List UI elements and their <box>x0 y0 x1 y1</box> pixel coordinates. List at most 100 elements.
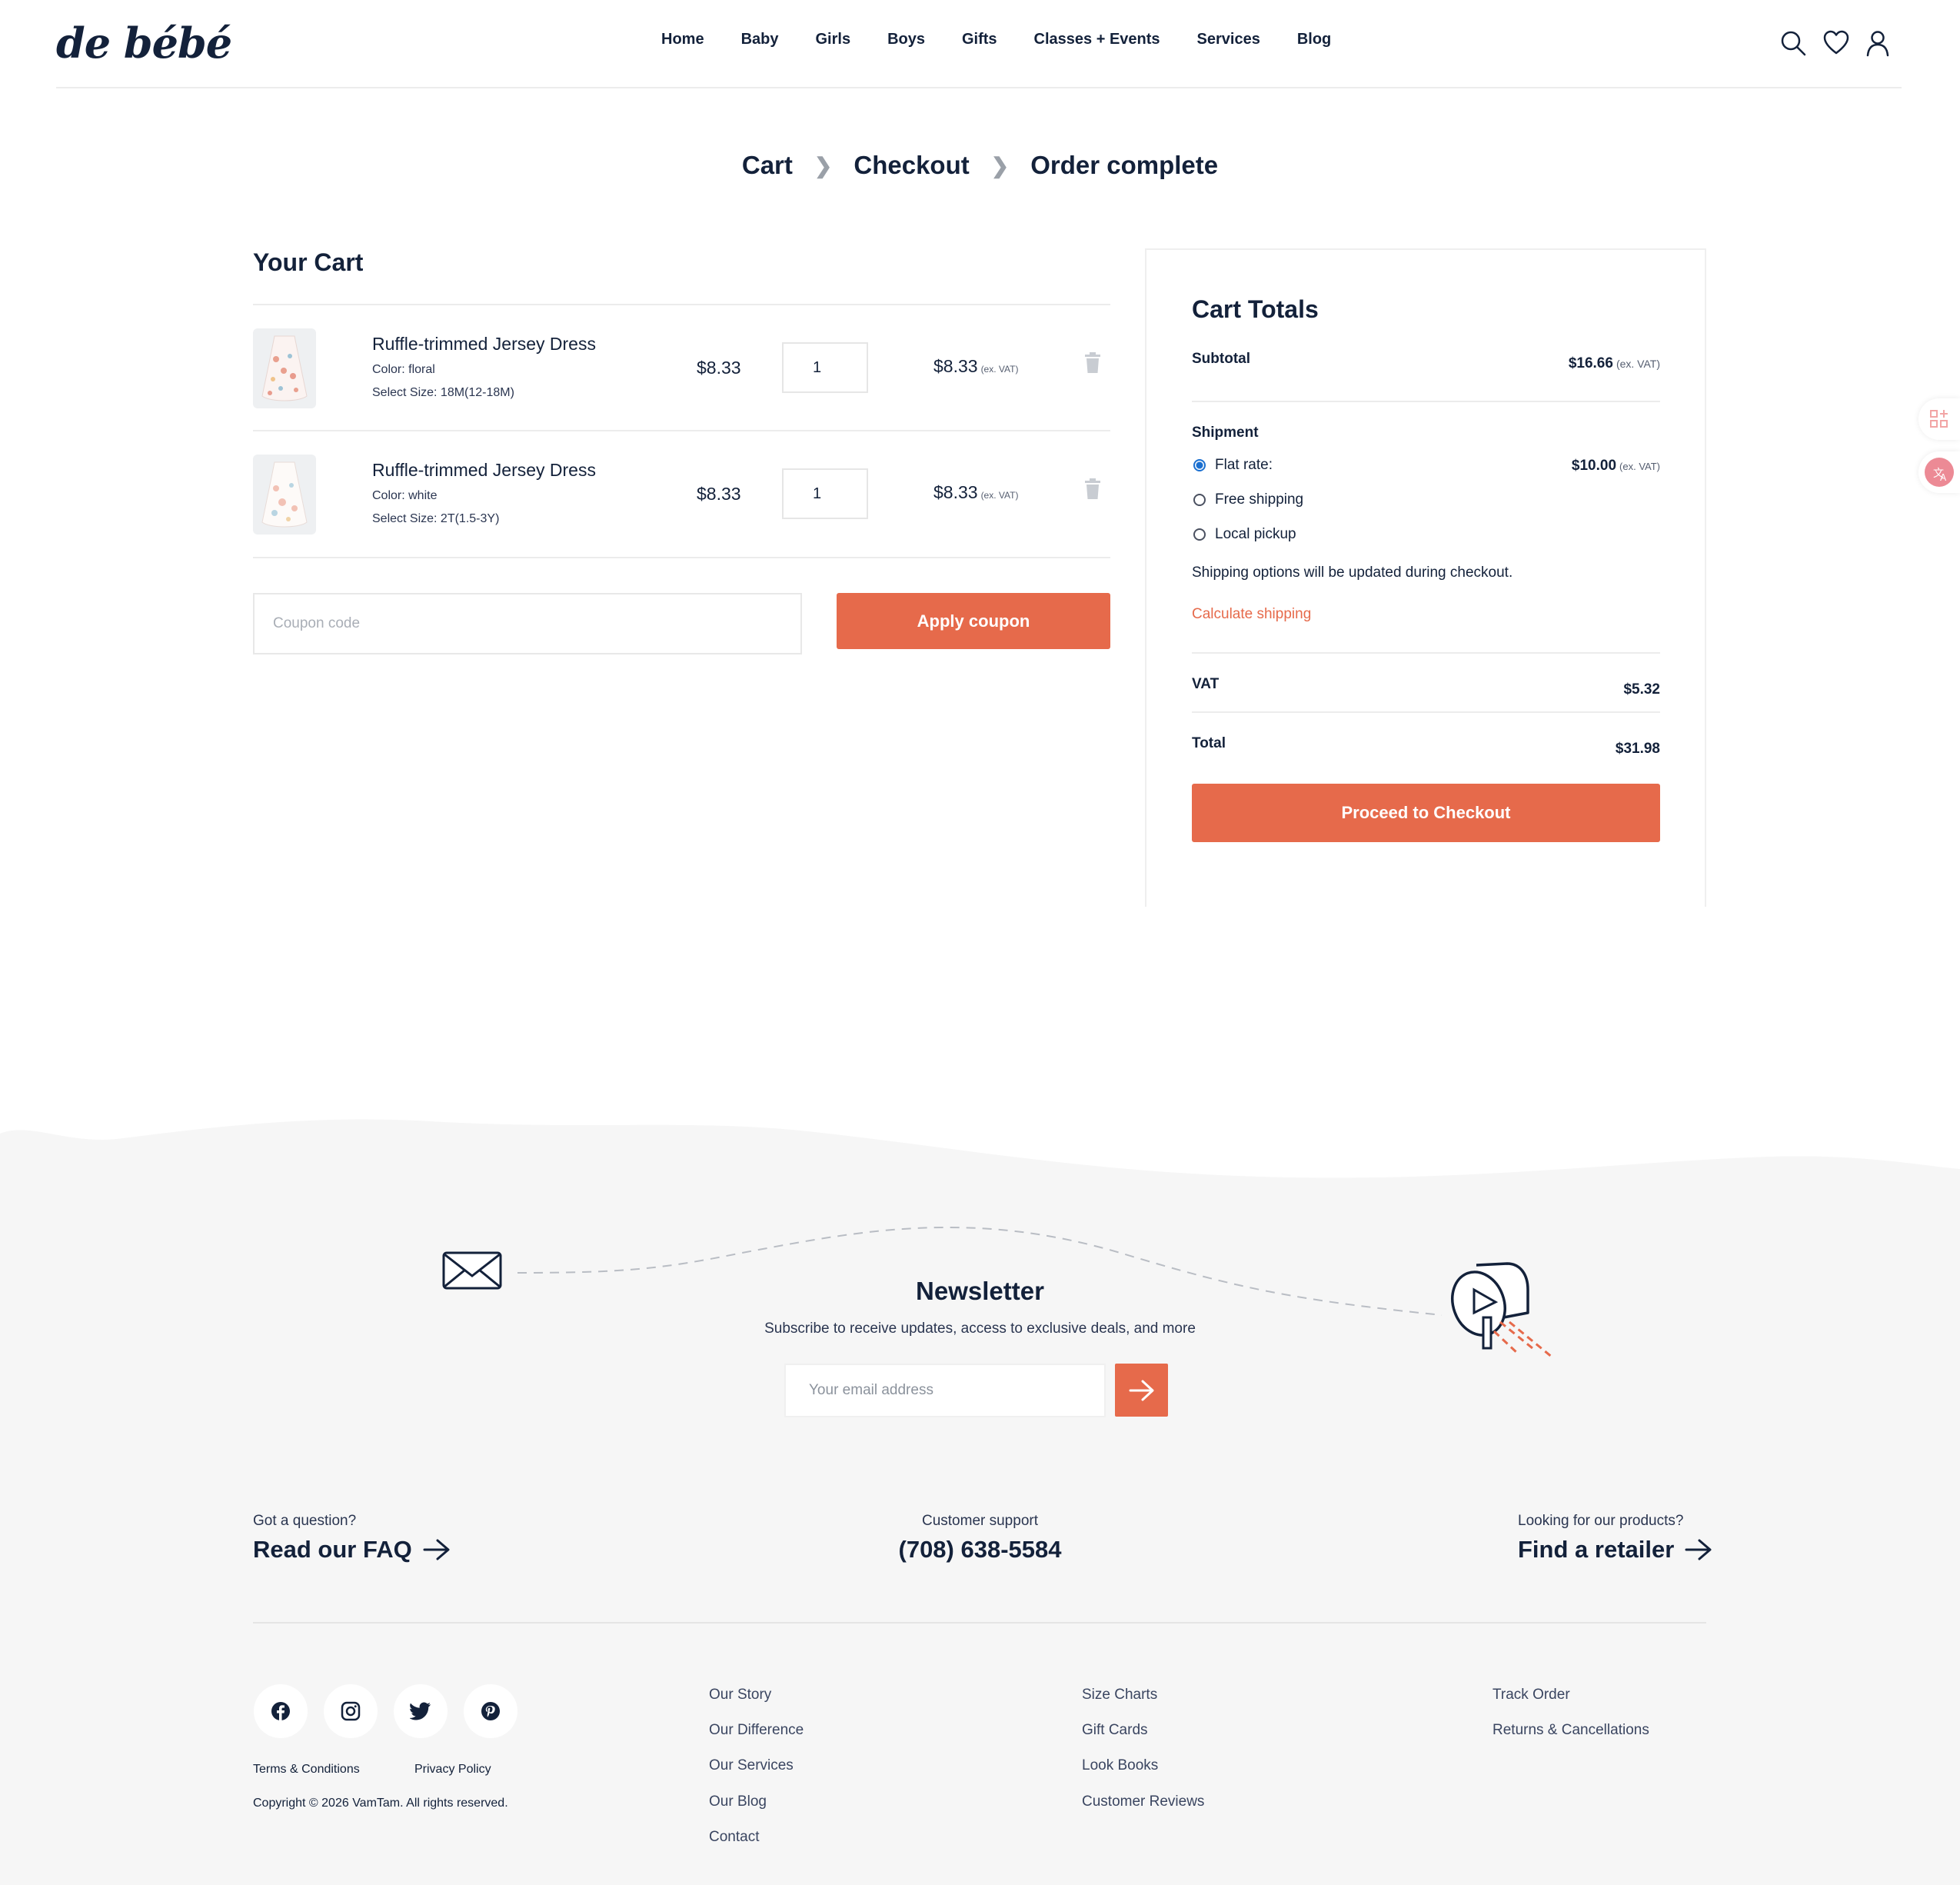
line-subtotal-value: $8.33 <box>933 356 978 376</box>
quantity-input[interactable]: 1 <box>782 468 868 519</box>
retailer-caption: Looking for our products? <box>1518 1513 1684 1529</box>
footer-link-our-difference[interactable]: Our Difference <box>709 1722 804 1739</box>
main-nav: Home Baby Girls Boys Gifts Classes + Eve… <box>661 31 1368 48</box>
footer-link-our-services[interactable]: Our Services <box>709 1757 794 1774</box>
privacy-link[interactable]: Privacy Policy <box>414 1763 491 1777</box>
footer-link-customer-reviews[interactable]: Customer Reviews <box>1082 1793 1204 1810</box>
facebook-button[interactable] <box>254 1684 308 1738</box>
header-divider <box>56 87 1902 88</box>
product-color: Color: white <box>372 489 438 502</box>
line-subtotal-value: $8.33 <box>933 482 978 502</box>
twitter-icon <box>410 1702 431 1720</box>
nav-baby[interactable]: Baby <box>741 31 779 48</box>
divider <box>1192 652 1660 654</box>
step-checkout[interactable]: Checkout <box>854 151 969 180</box>
vat-label: VAT <box>1192 676 1220 692</box>
retailer-link-label: Find a retailer <box>1518 1536 1675 1563</box>
product-size: Select Size: 18M(12-18M) <box>372 386 514 399</box>
step-cart[interactable]: Cart <box>742 151 793 180</box>
shipping-note: Shipping options will be updated during … <box>1192 565 1513 581</box>
nav-home[interactable]: Home <box>661 31 704 48</box>
translate-icon: 文 A <box>1925 458 1954 487</box>
footer-link-contact[interactable]: Contact <box>709 1829 759 1846</box>
apps-icon <box>1930 410 1948 428</box>
facebook-icon <box>271 1702 290 1720</box>
footer-divider <box>253 1622 1706 1624</box>
product-price: $8.33 <box>697 358 741 378</box>
footer-link-returns[interactable]: Returns & Cancellations <box>1492 1722 1649 1739</box>
search-icon[interactable] <box>1779 29 1807 57</box>
trash-icon[interactable] <box>1083 478 1102 500</box>
subtotal-label: Subtotal <box>1192 351 1250 367</box>
radio-local-pickup[interactable] <box>1193 528 1206 541</box>
nav-classes-events[interactable]: Classes + Events <box>1034 31 1160 48</box>
cart-title: Your Cart <box>253 248 364 276</box>
step-order-complete: Order complete <box>1030 151 1219 179</box>
divider <box>253 557 1110 558</box>
heart-icon[interactable] <box>1822 29 1850 57</box>
footer-link-size-charts[interactable]: Size Charts <box>1082 1687 1157 1703</box>
newsletter-subtitle: Subscribe to receive updates, access to … <box>764 1320 1196 1337</box>
vat-note: (ex. VAT) <box>980 490 1019 501</box>
nav-gifts[interactable]: Gifts <box>962 31 997 48</box>
free-shipping-label[interactable]: Free shipping <box>1215 491 1303 508</box>
proceed-to-checkout-button[interactable]: Proceed to Checkout <box>1192 784 1660 842</box>
product-color: Color: floral <box>372 363 435 376</box>
vat-note: (ex. VAT) <box>1619 461 1660 472</box>
divider <box>253 430 1110 431</box>
radio-free-shipping[interactable] <box>1193 494 1206 506</box>
radio-flat-rate[interactable] <box>1193 459 1206 471</box>
divider <box>1192 401 1660 402</box>
instagram-button[interactable] <box>324 1684 378 1738</box>
newsletter-title: Newsletter <box>916 1277 1044 1305</box>
svg-text:A: A <box>1940 472 1947 483</box>
product-thumbnail[interactable] <box>253 328 316 408</box>
pinterest-icon <box>481 1702 500 1720</box>
terms-link[interactable]: Terms & Conditions <box>253 1763 360 1777</box>
product-size: Select Size: 2T(1.5-3Y) <box>372 512 500 525</box>
product-name[interactable]: Ruffle-trimmed Jersey Dress <box>372 460 596 481</box>
checkout-steps: Cart ❯ Checkout ❯ Order complete <box>0 151 1960 180</box>
newsletter-submit-button[interactable] <box>1115 1364 1168 1417</box>
footer-link-gift-cards[interactable]: Gift Cards <box>1082 1722 1148 1739</box>
flat-rate-value: $10.00 <box>1571 458 1617 474</box>
product-thumbnail[interactable] <box>253 455 316 535</box>
side-widget-translate[interactable]: 文 A <box>1918 451 1960 493</box>
apply-coupon-button[interactable]: Apply coupon <box>837 593 1110 649</box>
trash-icon[interactable] <box>1083 352 1102 374</box>
nav-services[interactable]: Services <box>1197 31 1260 48</box>
vat-note: (ex. VAT) <box>1616 358 1660 370</box>
local-pickup-label[interactable]: Local pickup <box>1215 526 1296 543</box>
footer-link-our-story[interactable]: Our Story <box>709 1687 771 1703</box>
calculate-shipping-link[interactable]: Calculate shipping <box>1192 606 1311 623</box>
footer-link-our-blog[interactable]: Our Blog <box>709 1793 767 1810</box>
footer-link-look-books[interactable]: Look Books <box>1082 1757 1158 1774</box>
chevron-right-icon: ❯ <box>814 153 833 178</box>
divider <box>1192 711 1660 713</box>
copyright: Copyright © 2026 VamTam. All rights rese… <box>253 1797 508 1810</box>
user-icon[interactable] <box>1864 29 1892 57</box>
footer-link-track-order[interactable]: Track Order <box>1492 1687 1570 1703</box>
chevron-right-icon: ❯ <box>990 153 1010 178</box>
nav-girls[interactable]: Girls <box>815 31 850 48</box>
coupon-input[interactable]: Coupon code <box>253 593 802 654</box>
product-price: $8.33 <box>697 484 741 504</box>
pinterest-button[interactable] <box>464 1684 517 1738</box>
vat-note: (ex. VAT) <box>980 364 1019 375</box>
cart-totals-title: Cart Totals <box>1192 295 1319 323</box>
instagram-icon <box>341 1701 361 1721</box>
site-logo[interactable]: de bébé <box>56 18 232 68</box>
product-name[interactable]: Ruffle-trimmed Jersey Dress <box>372 334 596 355</box>
flat-rate-label[interactable]: Flat rate: <box>1215 457 1273 474</box>
flat-rate-price: $10.00 (ex. VAT) <box>1499 458 1660 475</box>
email-input[interactable]: Your email address <box>784 1364 1106 1417</box>
shipment-label: Shipment <box>1192 425 1259 441</box>
quantity-input[interactable]: 1 <box>782 342 868 393</box>
arrow-right-icon <box>1129 1380 1153 1400</box>
subtotal-value: $16.66 <box>1568 355 1613 371</box>
nav-boys[interactable]: Boys <box>887 31 925 48</box>
retailer-link[interactable]: Find a retailer <box>1518 1536 1712 1564</box>
side-widget-apps[interactable] <box>1918 398 1960 440</box>
nav-blog[interactable]: Blog <box>1297 31 1331 48</box>
twitter-button[interactable] <box>394 1684 448 1738</box>
